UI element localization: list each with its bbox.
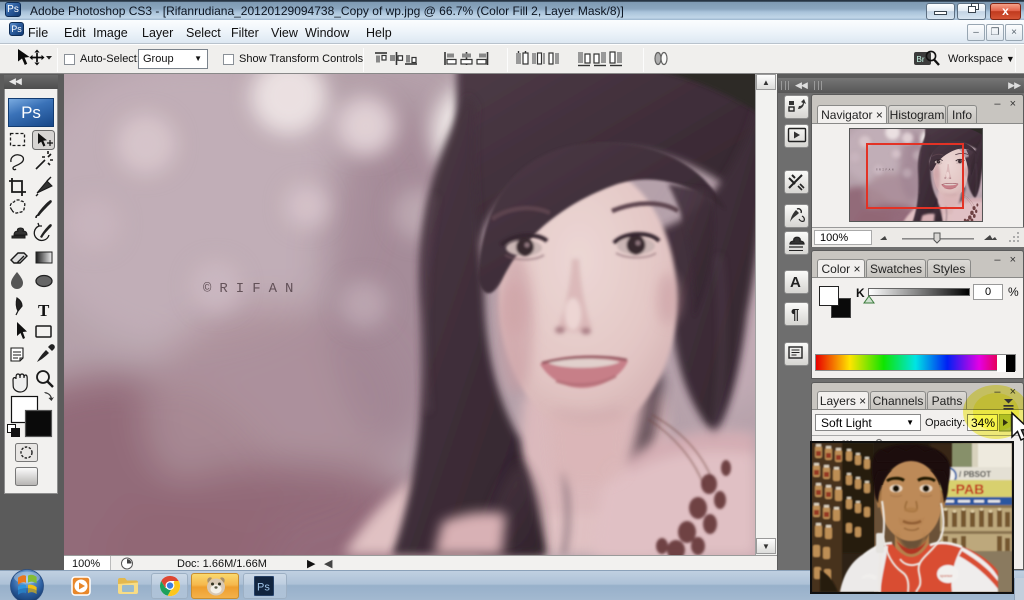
svg-text:A: A (790, 274, 801, 291)
svg-text:¶: ¶ (791, 306, 799, 323)
svg-text:T: T (38, 301, 50, 320)
svg-text:Ps: Ps (257, 582, 270, 594)
svg-text:Br: Br (917, 55, 925, 64)
svg-text:-PAB: -PAB (951, 481, 984, 497)
svg-text:sponsor: sponsor (940, 574, 953, 578)
svg-text:/ PBSOT: / PBSOT (959, 470, 991, 479)
